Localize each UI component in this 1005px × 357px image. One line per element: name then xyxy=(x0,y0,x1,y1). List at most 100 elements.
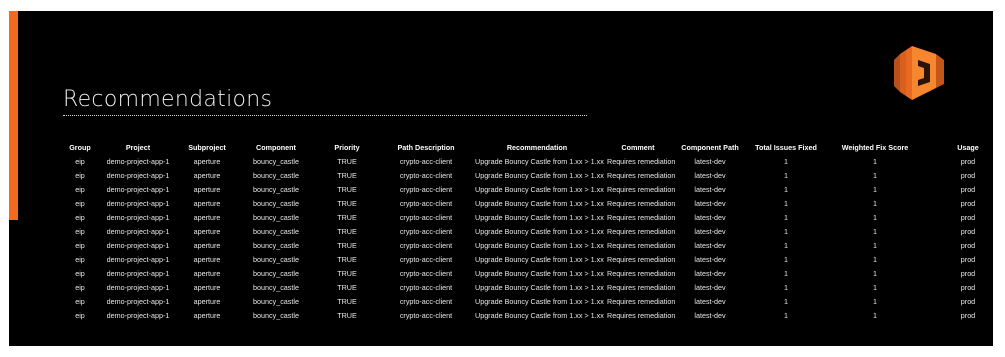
cell-component-path: latest-dev xyxy=(694,268,726,278)
column-header-usage: Usage xyxy=(957,142,979,152)
cell-recommendation: Upgrade Bouncy Castle from 1.xx > 1.xx xyxy=(475,282,604,292)
cell-priority: TRUE xyxy=(337,310,357,320)
cell-comment: Requires remediation xyxy=(607,310,676,320)
recommendations-table: Group Project Subproject Component Priority P… xyxy=(59,140,993,322)
cell-total-issues-fixed: 1 xyxy=(784,310,788,320)
page-title: Recommendations xyxy=(63,87,273,112)
cell-total-issues-fixed: 1 xyxy=(784,282,788,292)
cell-weighted-fix-score: 1 xyxy=(873,310,877,320)
cell-group: eip xyxy=(75,310,85,320)
column-header-priority: Priority xyxy=(334,142,360,152)
cell-project: demo-project-app-1 xyxy=(106,226,170,236)
cell-project: demo-project-app-1 xyxy=(106,282,170,292)
cell-path-description: crypto-acc-client xyxy=(399,310,453,320)
cell-group: eip xyxy=(75,226,85,236)
cell-component: bouncy_castle xyxy=(253,254,299,264)
accent-bar xyxy=(9,11,18,220)
cell-subproject: aperture xyxy=(193,296,221,306)
cell-weighted-fix-score: 1 xyxy=(873,254,877,264)
cell-subproject: aperture xyxy=(193,254,221,264)
cell-priority: TRUE xyxy=(337,268,357,278)
cell-component: bouncy_castle xyxy=(253,310,299,320)
column-header-project: Project xyxy=(125,142,151,152)
cell-component: bouncy_castle xyxy=(253,282,299,292)
cell-group: eip xyxy=(75,240,85,250)
cell-comment: Requires remediation xyxy=(607,240,676,250)
cell-component-path: latest-dev xyxy=(694,254,726,264)
cell-group: eip xyxy=(75,268,85,278)
column-header-comment: Comment xyxy=(621,142,655,152)
cell-subproject: aperture xyxy=(193,282,221,292)
cell-project: demo-project-app-1 xyxy=(106,254,170,264)
cell-priority: TRUE xyxy=(337,296,357,306)
cell-component: bouncy_castle xyxy=(253,184,299,194)
cell-component-path: latest-dev xyxy=(694,212,726,222)
cell-project: demo-project-app-1 xyxy=(106,310,170,320)
column-header-weighted-fix-score: Weighted Fix Score xyxy=(841,142,909,152)
cell-project: demo-project-app-1 xyxy=(106,198,170,208)
table-row: eip demo-project-app-1 aperture bouncy_cast… xyxy=(59,154,993,168)
cell-comment: Requires remediation xyxy=(607,170,676,180)
column-header-recommendation: Recommendation xyxy=(506,142,568,152)
cell-group: eip xyxy=(75,254,85,264)
cell-total-issues-fixed: 1 xyxy=(784,198,788,208)
cell-component: bouncy_castle xyxy=(253,240,299,250)
cell-component-path: latest-dev xyxy=(694,184,726,194)
table-row: eip demo-project-app-1 aperture bouncy_cast… xyxy=(59,280,993,294)
cell-total-issues-fixed: 1 xyxy=(784,268,788,278)
cell-group: eip xyxy=(75,170,85,180)
cell-usage: prod xyxy=(960,226,976,236)
cell-usage: prod xyxy=(960,268,976,278)
cell-weighted-fix-score: 1 xyxy=(873,282,877,292)
cell-usage: prod xyxy=(960,310,976,320)
cell-component: bouncy_castle xyxy=(253,226,299,236)
cell-component: bouncy_castle xyxy=(253,198,299,208)
cell-recommendation: Upgrade Bouncy Castle from 1.xx > 1.xx xyxy=(475,184,604,194)
table-header-row: Group Project Subproject Component Priority P… xyxy=(59,140,993,154)
cell-component-path: latest-dev xyxy=(694,240,726,250)
cell-total-issues-fixed: 1 xyxy=(784,240,788,250)
cell-weighted-fix-score: 1 xyxy=(873,184,877,194)
cell-weighted-fix-score: 1 xyxy=(873,156,877,166)
column-header-group: Group xyxy=(69,142,91,152)
cell-component: bouncy_castle xyxy=(253,156,299,166)
cell-comment: Requires remediation xyxy=(607,198,676,208)
cell-weighted-fix-score: 1 xyxy=(873,296,877,306)
cell-path-description: crypto-acc-client xyxy=(399,240,453,250)
cell-path-description: crypto-acc-client xyxy=(399,254,453,264)
cell-project: demo-project-app-1 xyxy=(106,170,170,180)
cell-project: demo-project-app-1 xyxy=(106,212,170,222)
cell-total-issues-fixed: 1 xyxy=(784,184,788,194)
table-row: eip demo-project-app-1 aperture bouncy_cast… xyxy=(59,252,993,266)
cell-group: eip xyxy=(75,156,85,166)
cell-component-path: latest-dev xyxy=(694,310,726,320)
cell-recommendation: Upgrade Bouncy Castle from 1.xx > 1.xx xyxy=(475,240,604,250)
cell-path-description: crypto-acc-client xyxy=(399,184,453,194)
cell-priority: TRUE xyxy=(337,212,357,222)
cell-usage: prod xyxy=(960,156,976,166)
column-header-path-description: Path Description xyxy=(397,142,455,152)
table-row: eip demo-project-app-1 aperture bouncy_cast… xyxy=(59,168,993,182)
cell-project: demo-project-app-1 xyxy=(106,296,170,306)
cell-comment: Requires remediation xyxy=(607,268,676,278)
column-header-component-path: Component Path xyxy=(681,142,739,152)
cell-component-path: latest-dev xyxy=(694,226,726,236)
cell-group: eip xyxy=(75,184,85,194)
cell-total-issues-fixed: 1 xyxy=(784,254,788,264)
table-row: eip demo-project-app-1 aperture bouncy_cast… xyxy=(59,238,993,252)
cell-priority: TRUE xyxy=(337,282,357,292)
cell-usage: prod xyxy=(960,170,976,180)
cell-group: eip xyxy=(75,296,85,306)
cell-usage: prod xyxy=(960,240,976,250)
table-row: eip demo-project-app-1 aperture bouncy_cast… xyxy=(59,294,993,308)
cell-path-description: crypto-acc-client xyxy=(399,282,453,292)
cell-total-issues-fixed: 1 xyxy=(784,156,788,166)
cell-recommendation: Upgrade Bouncy Castle from 1.xx > 1.xx xyxy=(475,170,604,180)
cell-path-description: crypto-acc-client xyxy=(399,268,453,278)
cell-path-description: crypto-acc-client xyxy=(399,296,453,306)
cell-recommendation: Upgrade Bouncy Castle from 1.xx > 1.xx xyxy=(475,156,604,166)
cell-comment: Requires remediation xyxy=(607,296,676,306)
cell-usage: prod xyxy=(960,282,976,292)
cell-path-description: crypto-acc-client xyxy=(399,212,453,222)
cell-total-issues-fixed: 1 xyxy=(784,212,788,222)
